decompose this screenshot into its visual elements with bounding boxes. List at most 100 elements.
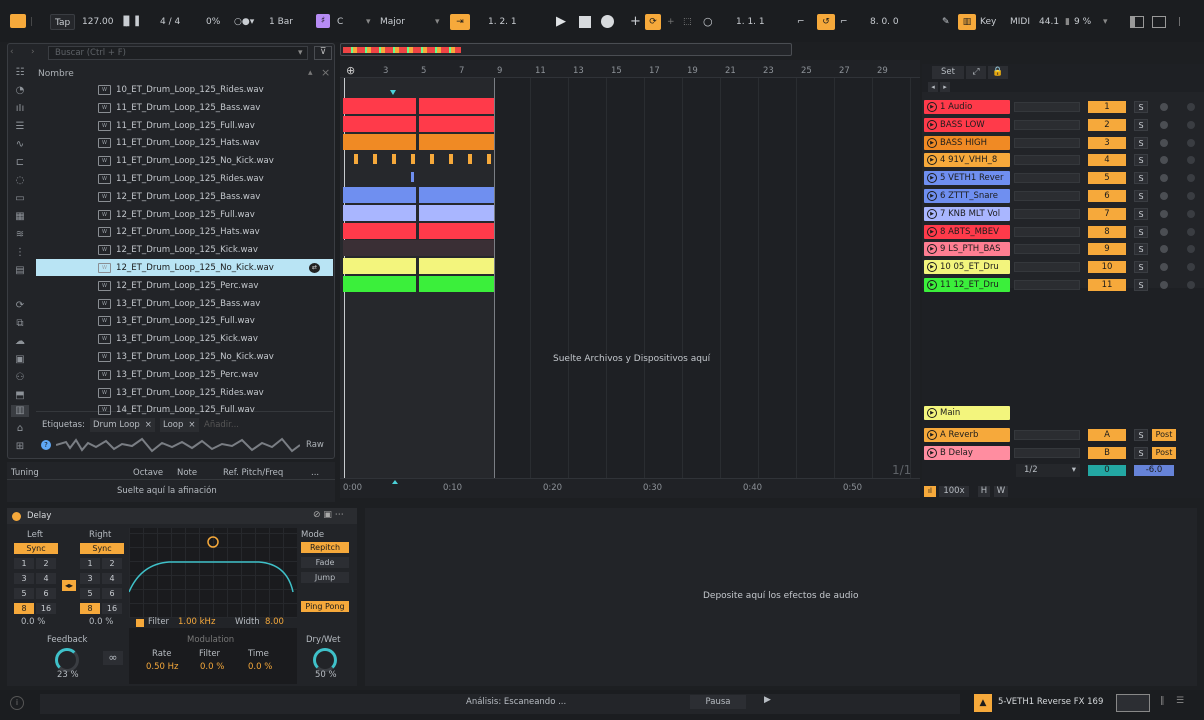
play-icon[interactable]: ▶ [927, 280, 937, 290]
time-division-button[interactable]: 5 [14, 588, 34, 599]
clip[interactable] [343, 258, 416, 275]
track-number[interactable]: 8 [1088, 225, 1126, 238]
info-icon[interactable]: i [10, 696, 24, 710]
folder-icon[interactable]: ⌂ [13, 423, 27, 435]
track-header[interactable]: ▶ BASS LOW [924, 117, 1010, 132]
clip[interactable] [419, 222, 494, 239]
cloud-icon[interactable]: ☁ [13, 336, 27, 348]
solo-button[interactable]: S [1134, 243, 1148, 256]
preview-icon[interactable]: ? [41, 440, 51, 450]
track-number[interactable]: 9 [1088, 243, 1126, 256]
tap-button[interactable]: Tap [50, 14, 76, 30]
main-num[interactable]: 0 [1088, 465, 1126, 476]
file-item[interactable]: 14_ET_Drum_Loop_125_Full.wav [116, 401, 255, 419]
user-library-icon[interactable]: ⚇ [13, 372, 27, 384]
clip[interactable] [343, 222, 416, 239]
left-arrow-icon[interactable]: ◂ [928, 82, 938, 92]
time-division-button[interactable]: 1 [14, 558, 34, 569]
loop-start-field[interactable]: 1. 1. 1 [736, 14, 765, 30]
loop-toggle-icon[interactable]: ↺ [817, 14, 835, 30]
key-select[interactable]: C [337, 14, 343, 30]
file-item[interactable]: 12_ET_Drum_Loop_125_Full.wav [116, 206, 255, 224]
tag-drum-loop[interactable]: Drum Loop × [90, 418, 155, 432]
draw-mode-icon[interactable]: ✎ [942, 14, 950, 30]
time-division-button[interactable]: 2 [36, 558, 56, 569]
column-header-name[interactable]: Nombre [38, 69, 74, 79]
mod-filter-value[interactable]: 0.0 % [200, 662, 224, 672]
arm-button[interactable] [1160, 209, 1168, 218]
file-item[interactable]: 11_ET_Drum_Loop_125_Rides.wav [116, 170, 264, 188]
solo-button[interactable]: S [1134, 118, 1148, 131]
monitor-button[interactable] [1187, 281, 1195, 289]
drums-icon[interactable]: ıIı [13, 103, 27, 115]
keyboard-icon[interactable]: ▥ [958, 14, 976, 30]
loop-length-field[interactable]: 8. 0. 0 [870, 14, 899, 30]
audio-effects-icon[interactable]: ∿ [13, 139, 27, 151]
filter-icon[interactable]: ⊽ [314, 46, 332, 60]
clip[interactable] [419, 133, 494, 150]
chevron-down-icon[interactable]: ▾ [1072, 464, 1076, 477]
lock-icon[interactable]: 🔒 [988, 66, 1008, 79]
chevron-down-icon[interactable]: ▾ [435, 14, 440, 30]
solo-button[interactable]: S [1134, 279, 1148, 291]
swing-field[interactable]: 0% [206, 14, 220, 30]
solo-button[interactable]: S [1134, 154, 1148, 167]
left-offset[interactable]: 0.0 % [21, 617, 45, 627]
clip[interactable] [419, 187, 494, 203]
more-icon[interactable]: ... [311, 468, 319, 478]
track-header[interactable]: ▶ 11 12_ET_Dru [924, 278, 1010, 292]
play-icon[interactable]: ▶ [927, 262, 937, 273]
session-record-icon[interactable]: ○ [703, 14, 713, 30]
right-arrow-icon[interactable]: ▸ [940, 82, 950, 92]
clip[interactable] [449, 154, 453, 165]
back-icon[interactable]: ‹ [10, 47, 14, 57]
clip[interactable] [411, 172, 414, 183]
menu-icon[interactable]: ☰ [1176, 696, 1184, 706]
samples-icon[interactable]: ⋮ [13, 247, 27, 259]
clip[interactable] [343, 276, 416, 292]
time-signature-field[interactable]: 4 / 4 [160, 14, 180, 30]
clip[interactable] [343, 204, 416, 221]
expand-icon[interactable]: ⤢ [966, 66, 986, 79]
time-division-button[interactable]: 1 [80, 558, 100, 569]
time-division-button[interactable]: 4 [102, 573, 122, 584]
return-track-header[interactable]: ▶ B Delay [924, 446, 1010, 460]
scale-select[interactable]: Major [380, 14, 405, 30]
play-icon[interactable]: ▶ [927, 191, 937, 201]
monitor-button[interactable] [1187, 192, 1195, 200]
time-division-button[interactable]: 16 [36, 603, 56, 614]
track-number[interactable]: 7 [1088, 207, 1126, 220]
device-on-icon[interactable] [12, 512, 21, 521]
midi-effects-icon[interactable]: ⊏ [13, 157, 27, 169]
file-item[interactable]: 13_ET_Drum_Loop_125_Kick.wav [116, 330, 258, 348]
file-item[interactable]: 12_ET_Drum_Loop_125_Kick.wav [116, 241, 258, 259]
monitor-button[interactable] [1187, 227, 1195, 236]
clip[interactable] [343, 187, 416, 203]
forward-icon[interactable]: › [31, 47, 35, 57]
track-number[interactable]: 6 [1088, 190, 1126, 202]
arm-button[interactable] [1160, 227, 1168, 236]
capture-icon[interactable]: ⬚ [683, 14, 692, 30]
ping-pong-button[interactable]: Ping Pong [301, 601, 349, 612]
filter-display[interactable] [128, 528, 297, 618]
chevron-down-icon[interactable]: ▾ [1103, 14, 1108, 30]
key-map-button[interactable]: Key [980, 14, 996, 30]
file-item[interactable]: 11_ET_Drum_Loop_125_No_Kick.wav [116, 152, 274, 170]
arm-button[interactable] [1160, 281, 1168, 289]
play-icon[interactable]: ▶ [927, 102, 937, 112]
return-track-header[interactable]: ▶ A Reverb [924, 428, 1010, 442]
close-icon[interactable]: × [321, 66, 330, 79]
collections-icon[interactable]: ☷ [13, 67, 27, 79]
track-header[interactable]: ▶ 7 KNB MLT Vol [924, 206, 1010, 221]
arm-button[interactable] [1160, 103, 1168, 111]
zoom-field[interactable]: 100x [939, 486, 969, 497]
clips-icon[interactable]: ≋ [13, 229, 27, 241]
time-division-button[interactable]: 3 [14, 573, 34, 584]
tuning-drop-zone[interactable]: Suelte aquí la afinación [117, 486, 217, 496]
hot-swap-icon[interactable]: ⇄ [309, 263, 320, 273]
track-header[interactable]: ▶ 1 Audio [924, 100, 1010, 114]
file-item[interactable]: 10_ET_Drum_Loop_125_Rides.wav [116, 81, 264, 99]
sounds-icon[interactable]: ◔ [13, 85, 27, 97]
automation-arm-icon[interactable]: ⟳ [645, 14, 661, 30]
track-number[interactable]: 3 [1088, 136, 1126, 149]
